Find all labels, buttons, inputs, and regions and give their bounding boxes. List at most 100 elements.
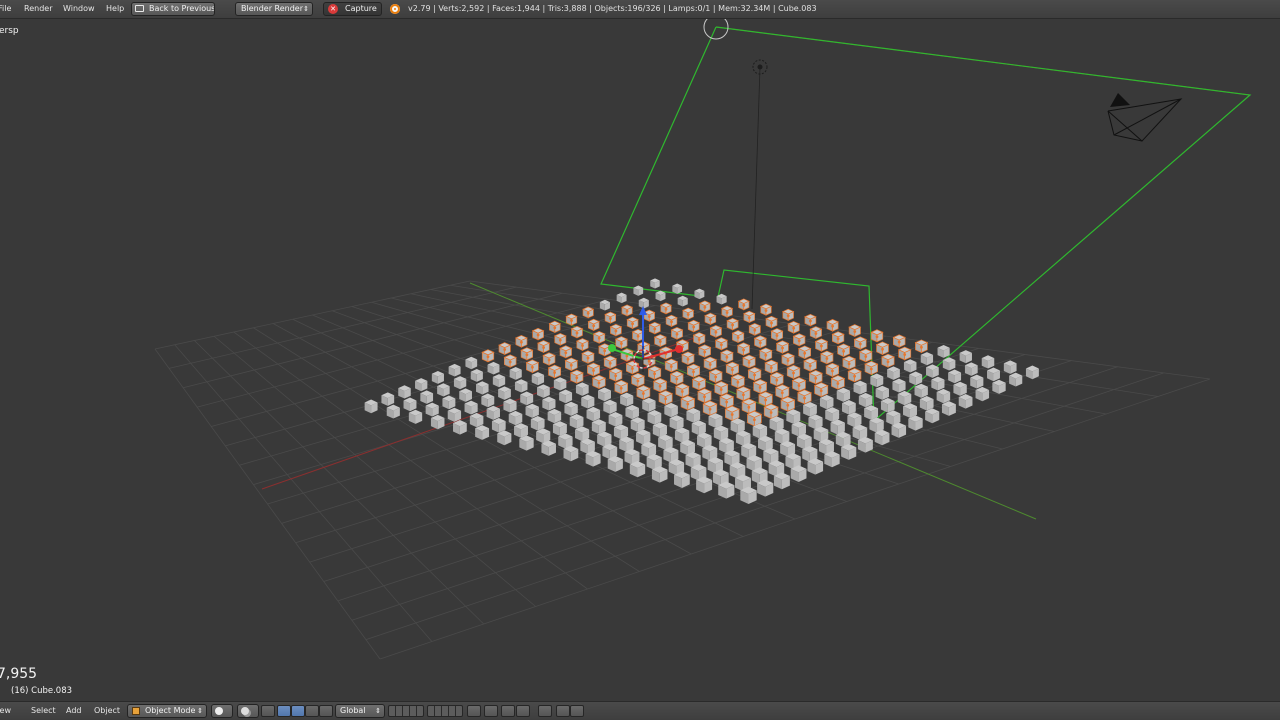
cube[interactable] xyxy=(942,357,956,371)
cube[interactable] xyxy=(665,314,678,328)
cube[interactable] xyxy=(857,436,873,453)
cube[interactable] xyxy=(653,334,667,348)
cube[interactable] xyxy=(629,460,646,478)
mode-select[interactable]: Object Mode ⇕ xyxy=(127,704,207,718)
cube[interactable] xyxy=(720,349,734,364)
cube[interactable] xyxy=(582,306,595,319)
cube[interactable] xyxy=(514,335,528,348)
cube[interactable] xyxy=(652,377,668,393)
cube[interactable] xyxy=(381,392,395,406)
cube[interactable] xyxy=(786,364,801,380)
cube[interactable] xyxy=(758,347,773,362)
cube[interactable] xyxy=(547,364,562,379)
menu-help[interactable]: Help xyxy=(106,4,124,13)
cube[interactable] xyxy=(880,353,896,368)
cube[interactable] xyxy=(669,370,684,386)
cube[interactable] xyxy=(491,417,506,433)
cube[interactable] xyxy=(591,374,607,390)
cube[interactable] xyxy=(608,367,623,382)
cube[interactable] xyxy=(520,391,534,406)
pivot-point-select[interactable] xyxy=(237,704,259,718)
cube[interactable] xyxy=(847,367,862,383)
cube[interactable] xyxy=(664,358,679,373)
cube[interactable] xyxy=(807,458,824,475)
cube[interactable] xyxy=(809,326,823,340)
cube[interactable] xyxy=(730,373,746,389)
cube[interactable] xyxy=(842,355,857,370)
cube[interactable] xyxy=(565,313,578,326)
cube[interactable] xyxy=(647,409,662,425)
cube[interactable] xyxy=(731,330,745,344)
cube[interactable] xyxy=(638,297,649,309)
cube[interactable] xyxy=(937,345,950,358)
cube[interactable] xyxy=(830,375,846,390)
cube[interactable] xyxy=(708,368,723,384)
cube[interactable] xyxy=(714,337,729,351)
cube[interactable] xyxy=(613,379,629,395)
cube[interactable] xyxy=(537,384,550,398)
render-engine-select[interactable]: Blender Render ⇕ xyxy=(235,2,313,16)
proportional-editing-icon[interactable] xyxy=(484,705,498,717)
cube[interactable] xyxy=(498,342,512,356)
cube[interactable] xyxy=(909,371,923,386)
opengl-render-icon[interactable] xyxy=(570,705,584,717)
cube[interactable] xyxy=(691,375,707,391)
cube[interactable] xyxy=(431,371,444,384)
rotate-manipulator-icon[interactable] xyxy=(291,705,305,717)
cube[interactable] xyxy=(696,476,713,494)
snap-target-icon[interactable] xyxy=(538,705,552,717)
cube[interactable] xyxy=(724,405,740,422)
cube[interactable] xyxy=(780,396,796,412)
cube[interactable] xyxy=(642,397,656,412)
cube[interactable] xyxy=(919,395,934,411)
cube[interactable] xyxy=(964,362,978,376)
cube[interactable] xyxy=(569,369,584,384)
cube[interactable] xyxy=(448,363,461,377)
cube[interactable] xyxy=(531,372,545,386)
cube[interactable] xyxy=(813,382,829,398)
cube[interactable] xyxy=(790,465,807,482)
cube[interactable] xyxy=(604,311,617,324)
cube[interactable] xyxy=(408,409,423,424)
cube[interactable] xyxy=(987,367,1000,382)
cube[interactable] xyxy=(581,394,595,409)
cube[interactable] xyxy=(814,338,829,352)
cube[interactable] xyxy=(364,399,378,414)
cube[interactable] xyxy=(674,383,690,398)
cube[interactable] xyxy=(826,319,840,332)
cube[interactable] xyxy=(903,359,917,373)
cube[interactable] xyxy=(625,404,639,420)
cube[interactable] xyxy=(531,327,545,341)
cube[interactable] xyxy=(598,387,611,402)
cube[interactable] xyxy=(694,288,705,300)
capture-button[interactable]: ✕ Capture xyxy=(323,2,382,16)
menu-view[interactable]: View xyxy=(0,706,11,715)
cube[interactable] xyxy=(486,405,500,420)
cube[interactable] xyxy=(680,395,696,411)
cube[interactable] xyxy=(403,397,417,412)
cube[interactable] xyxy=(719,393,735,409)
cube[interactable] xyxy=(481,393,495,408)
translate-manipulator-icon[interactable] xyxy=(277,705,291,717)
viewport-shading-select[interactable] xyxy=(211,704,233,718)
cube[interactable] xyxy=(975,386,990,402)
scene-canvas[interactable] xyxy=(0,19,1280,701)
cube[interactable] xyxy=(658,390,674,406)
cube[interactable] xyxy=(476,381,489,395)
cube[interactable] xyxy=(897,346,912,361)
cube[interactable] xyxy=(537,340,551,354)
cube[interactable] xyxy=(875,341,890,356)
cube[interactable] xyxy=(803,357,818,372)
cube[interactable] xyxy=(570,325,584,339)
cube[interactable] xyxy=(503,398,517,413)
transform-manipulator-icon[interactable] xyxy=(319,705,333,717)
cube[interactable] xyxy=(620,392,634,407)
cube[interactable] xyxy=(836,343,851,358)
cube[interactable] xyxy=(497,430,512,446)
cube[interactable] xyxy=(770,328,784,342)
cube[interactable] xyxy=(737,298,750,311)
cube[interactable] xyxy=(741,398,757,414)
cube[interactable] xyxy=(781,352,795,367)
cube[interactable] xyxy=(509,367,522,380)
cube[interactable] xyxy=(959,350,972,364)
